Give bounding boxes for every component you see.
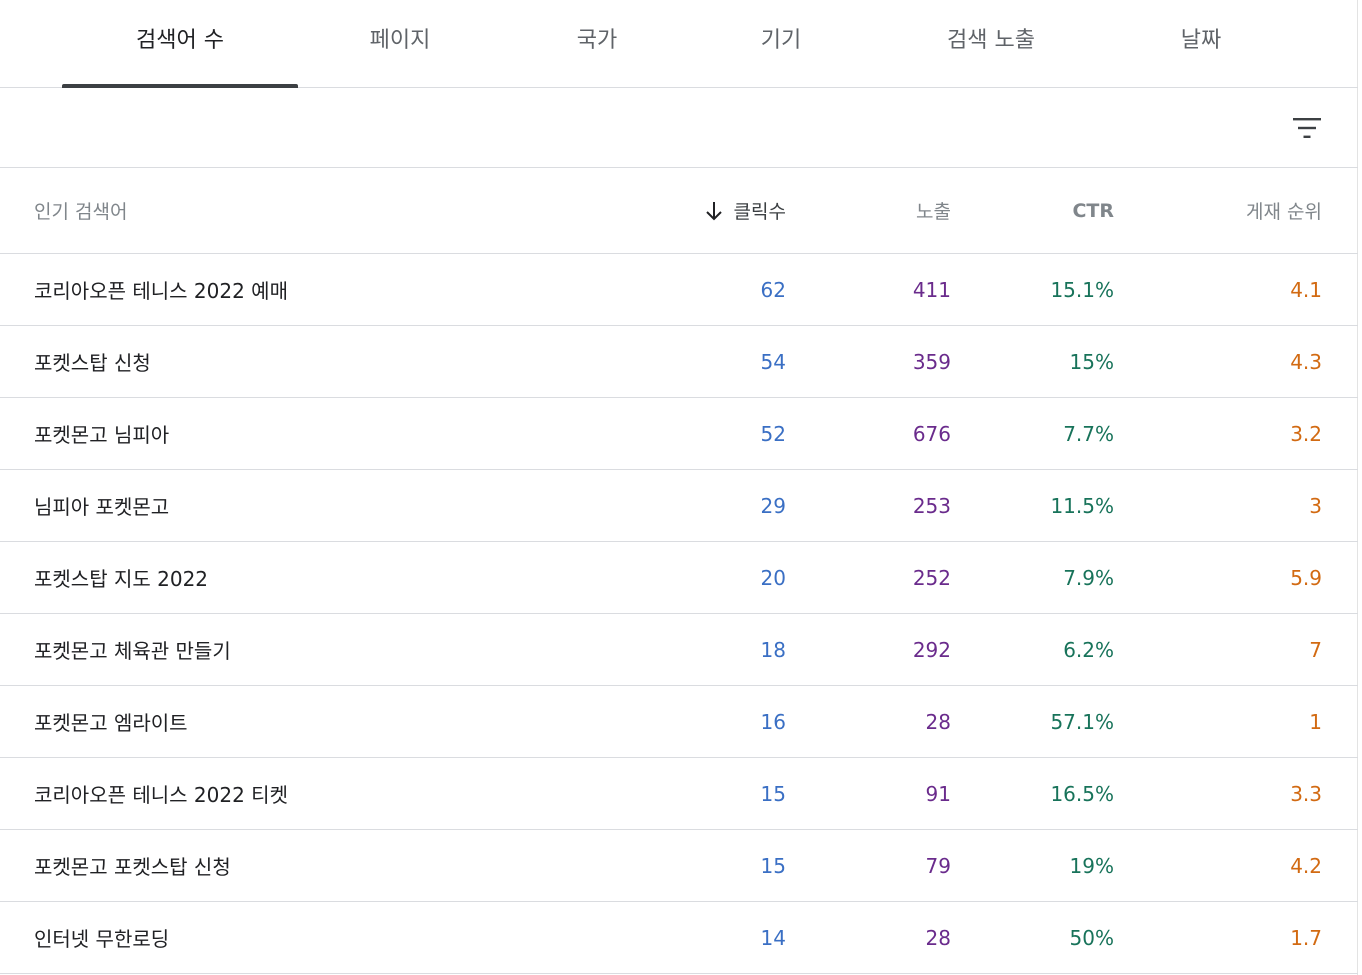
filter-button[interactable] — [1283, 104, 1331, 152]
position-cell: 1 — [1309, 709, 1322, 734]
header-clicks-label: 클릭수 — [733, 201, 786, 223]
header-top-queries[interactable]: 인기 검색어 — [34, 168, 634, 253]
clicks-cell: 62 — [760, 277, 786, 302]
tab-queries[interactable]: 검색어 수 — [62, 0, 298, 88]
header-ctr-label: CTR — [1072, 199, 1114, 222]
position-cell: 3.3 — [1290, 781, 1322, 806]
clicks-cell: 29 — [760, 493, 786, 518]
impressions-cell: 28 — [925, 925, 951, 950]
ctr-cell: 15.1% — [1050, 277, 1114, 302]
impressions-cell: 253 — [912, 493, 951, 518]
arrow-down-icon — [705, 201, 722, 220]
clicks-cell: 52 — [760, 421, 786, 446]
header-position[interactable]: 게재 순위 — [1130, 168, 1322, 253]
query-cell: 포켓몬고 엠라이트 — [34, 711, 188, 735]
tab-devices[interactable]: 기기 — [663, 0, 899, 88]
tab-dates[interactable]: 날짜 — [1083, 0, 1319, 88]
table-header-row: 인기 검색어 클릭수 노출 CTR 게재 순위 — [0, 168, 1358, 254]
header-ctr[interactable]: CTR — [960, 168, 1114, 253]
position-cell: 3.2 — [1290, 421, 1322, 446]
position-cell: 4.1 — [1290, 277, 1322, 302]
position-cell: 4.3 — [1290, 349, 1322, 374]
impressions-cell: 91 — [925, 781, 951, 806]
table-row[interactable]: 인터넷 무한로딩 14 28 50% 1.7 — [0, 902, 1358, 974]
ctr-cell: 15% — [1069, 349, 1114, 374]
ctr-cell: 19% — [1069, 853, 1114, 878]
impressions-cell: 676 — [912, 421, 951, 446]
impressions-cell: 292 — [912, 637, 951, 662]
impressions-cell: 79 — [925, 853, 951, 878]
clicks-cell: 15 — [760, 853, 786, 878]
filter-list-icon — [1293, 118, 1321, 138]
query-cell: 코리아오픈 테니스 2022 예매 — [34, 279, 288, 303]
impressions-cell: 411 — [912, 277, 951, 302]
query-cell: 포켓몬고 님피아 — [34, 423, 170, 447]
header-impressions[interactable]: 노출 — [800, 168, 951, 253]
clicks-cell: 16 — [760, 709, 786, 734]
header-clicks[interactable]: 클릭수 — [640, 168, 786, 253]
ctr-cell: 50% — [1069, 925, 1114, 950]
impressions-cell: 359 — [912, 349, 951, 374]
performance-report-panel: 검색어 수 페이지 국가 기기 검색 노출 날짜 인기 검색어 클릭수 노출 C… — [0, 0, 1358, 975]
table-row[interactable]: 코리아오픈 테니스 2022 티켓 15 91 16.5% 3.3 — [0, 758, 1358, 830]
query-cell: 포켓몬고 체육관 만들기 — [34, 639, 231, 663]
query-cell: 포켓스탑 신청 — [34, 351, 151, 375]
table-row[interactable]: 포켓스탑 지도 2022 20 252 7.9% 5.9 — [0, 542, 1358, 614]
ctr-cell: 11.5% — [1050, 493, 1114, 518]
clicks-cell: 20 — [760, 565, 786, 590]
table-row[interactable]: 포켓스탑 신청 54 359 15% 4.3 — [0, 326, 1358, 398]
queries-table: 인기 검색어 클릭수 노출 CTR 게재 순위 코리아오픈 테니스 2022 예… — [0, 168, 1358, 974]
impressions-cell: 252 — [912, 565, 951, 590]
clicks-cell: 14 — [760, 925, 786, 950]
table-row[interactable]: 포켓몬고 님피아 52 676 7.7% 3.2 — [0, 398, 1358, 470]
query-cell: 님피아 포켓몬고 — [34, 495, 170, 519]
tab-search-appearance[interactable]: 검색 노출 — [873, 0, 1109, 88]
table-row[interactable]: 코리아오픈 테니스 2022 예매 62 411 15.1% 4.1 — [0, 254, 1358, 326]
table-row[interactable]: 포켓몬고 체육관 만들기 18 292 6.2% 7 — [0, 614, 1358, 686]
table-row[interactable]: 님피아 포켓몬고 29 253 11.5% 3 — [0, 470, 1358, 542]
position-cell: 5.9 — [1290, 565, 1322, 590]
position-cell: 7 — [1309, 637, 1322, 662]
position-cell: 3 — [1309, 493, 1322, 518]
table-row[interactable]: 포켓몬고 포켓스탑 신청 15 79 19% 4.2 — [0, 830, 1358, 902]
clicks-cell: 54 — [760, 349, 786, 374]
table-row[interactable]: 포켓몬고 엠라이트 16 28 57.1% 1 — [0, 686, 1358, 758]
position-cell: 4.2 — [1290, 853, 1322, 878]
ctr-cell: 7.9% — [1063, 565, 1114, 590]
ctr-cell: 7.7% — [1063, 421, 1114, 446]
clicks-cell: 15 — [760, 781, 786, 806]
clicks-cell: 18 — [760, 637, 786, 662]
ctr-cell: 6.2% — [1063, 637, 1114, 662]
dimension-tabs: 검색어 수 페이지 국가 기기 검색 노출 날짜 — [0, 0, 1358, 88]
impressions-cell: 28 — [925, 709, 951, 734]
query-cell: 포켓몬고 포켓스탑 신청 — [34, 855, 231, 879]
query-cell: 인터넷 무한로딩 — [34, 927, 170, 951]
table-toolbar — [0, 88, 1358, 168]
position-cell: 1.7 — [1290, 925, 1322, 950]
query-cell: 포켓스탑 지도 2022 — [34, 567, 209, 591]
query-cell: 코리아오픈 테니스 2022 티켓 — [34, 783, 288, 807]
ctr-cell: 57.1% — [1050, 709, 1114, 734]
ctr-cell: 16.5% — [1050, 781, 1114, 806]
